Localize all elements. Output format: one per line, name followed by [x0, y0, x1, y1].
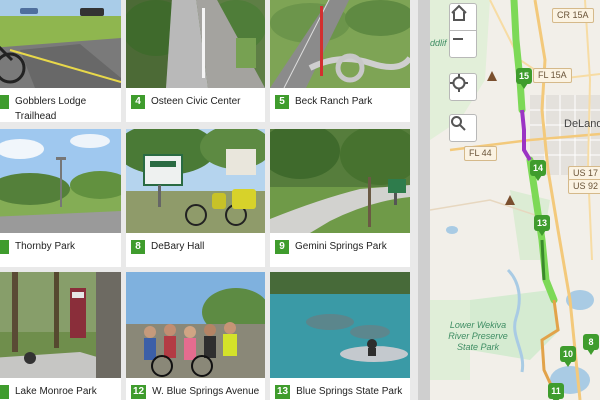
card-osteen-civic-center[interactable]: 4 Osteen Civic Center [126, 0, 265, 122]
pin-label: 15 [516, 68, 532, 84]
card-title: DeBary Hall [151, 241, 205, 252]
card-title: Lake Monroe Park [15, 386, 97, 397]
card-number-badge: 5 [275, 95, 289, 109]
road-shield-cr15a: CR 15A [552, 8, 594, 23]
gobblers-lodge-photo [0, 0, 121, 88]
card-title: Osteen Civic Center [151, 96, 241, 107]
beck-ranch-photo [270, 0, 410, 88]
map-partial-label: ddlif [430, 38, 447, 48]
card-thornby-park[interactable]: Thornby Park [0, 129, 121, 267]
search-icon [451, 116, 466, 131]
card-blue-springs-state-park[interactable]: 13 Blue Springs State Park [270, 272, 410, 400]
blue-springs-ave-photo [126, 272, 265, 378]
trail-map[interactable]: ddlif CR 15A FL 15A FL 44 US 17 US 92 De… [430, 0, 600, 400]
card-title: W. Blue Springs Avenue [152, 386, 260, 397]
park-label-line-3: State Park [456, 342, 500, 352]
card-number-badge: 12 [131, 385, 147, 399]
search-button[interactable] [449, 114, 477, 142]
pin-label: 11 [548, 383, 564, 399]
card-title: Thornby Park [15, 241, 76, 252]
card-gemini-springs-park[interactable]: 9 Gemini Springs Park [270, 129, 410, 267]
pin-label: 10 [560, 346, 576, 362]
pin-label: 14 [530, 160, 546, 176]
blue-springs-state-park-photo [270, 272, 410, 378]
card-number-badge: 13 [275, 385, 291, 399]
trailhead-card-grid: Gobblers Lodge Trailhead 4 Osteen Civic … [0, 0, 418, 400]
osteen-photo [126, 0, 265, 88]
road-shield-fl44: FL 44 [464, 146, 497, 161]
triangle-marker-icon [505, 195, 515, 205]
card-title: Blue Springs State Park [296, 386, 403, 397]
card-w-blue-springs-ave[interactable]: 12 W. Blue Springs Avenue [126, 272, 265, 400]
card-title: Gemini Springs Park [295, 241, 387, 252]
park-label: Lower Wekiva River Preserve State Park [430, 320, 526, 353]
gemini-springs-photo [270, 129, 410, 233]
map-pin-11[interactable]: 11 [548, 383, 564, 400]
card-number-badge [0, 385, 9, 399]
card-number-badge [0, 240, 9, 254]
park-label-line-2: River Preserve [448, 331, 508, 341]
card-number-badge: 4 [131, 95, 145, 109]
road-shield-fl15a: FL 15A [533, 68, 572, 83]
panel-divider [418, 0, 430, 400]
card-debary-hall[interactable]: 8 DeBary Hall [126, 129, 265, 267]
map-pin-10[interactable]: 10 [560, 346, 576, 368]
map-pin-8[interactable]: 8 [583, 334, 599, 356]
card-gobblers-lodge[interactable]: Gobblers Lodge Trailhead [0, 0, 121, 122]
pin-label: 13 [534, 215, 550, 231]
card-title: Beck Ranch Park [295, 96, 373, 107]
home-icon [451, 4, 467, 21]
zoom-out-button[interactable] [449, 30, 477, 58]
card-title: Gobblers Lodge Trailhead [15, 96, 87, 122]
lake-monroe-photo [0, 272, 121, 378]
card-beck-ranch-park[interactable]: 5 Beck Ranch Park [270, 0, 410, 122]
road-shield-us92: US 92 [568, 179, 600, 194]
debary-hall-photo [126, 129, 265, 233]
card-lake-monroe-park[interactable]: Lake Monroe Park [0, 272, 121, 400]
card-number-badge: 9 [275, 240, 289, 254]
map-pin-14[interactable]: 14 [530, 160, 546, 182]
park-label-line-1: Lower Wekiva [449, 320, 507, 330]
home-button[interactable] [449, 3, 477, 31]
triangle-marker-icon [487, 71, 497, 81]
crosshair-icon [450, 74, 468, 92]
map-pin-15[interactable]: 15 [516, 68, 532, 90]
pin-label: 8 [583, 334, 599, 350]
card-number-badge [0, 95, 9, 109]
thornby-photo [0, 129, 121, 233]
locate-button[interactable] [449, 73, 477, 101]
card-number-badge: 8 [131, 240, 145, 254]
city-label: DeLand [564, 118, 600, 130]
map-pin-13[interactable]: 13 [534, 215, 550, 237]
minus-icon [453, 38, 463, 40]
